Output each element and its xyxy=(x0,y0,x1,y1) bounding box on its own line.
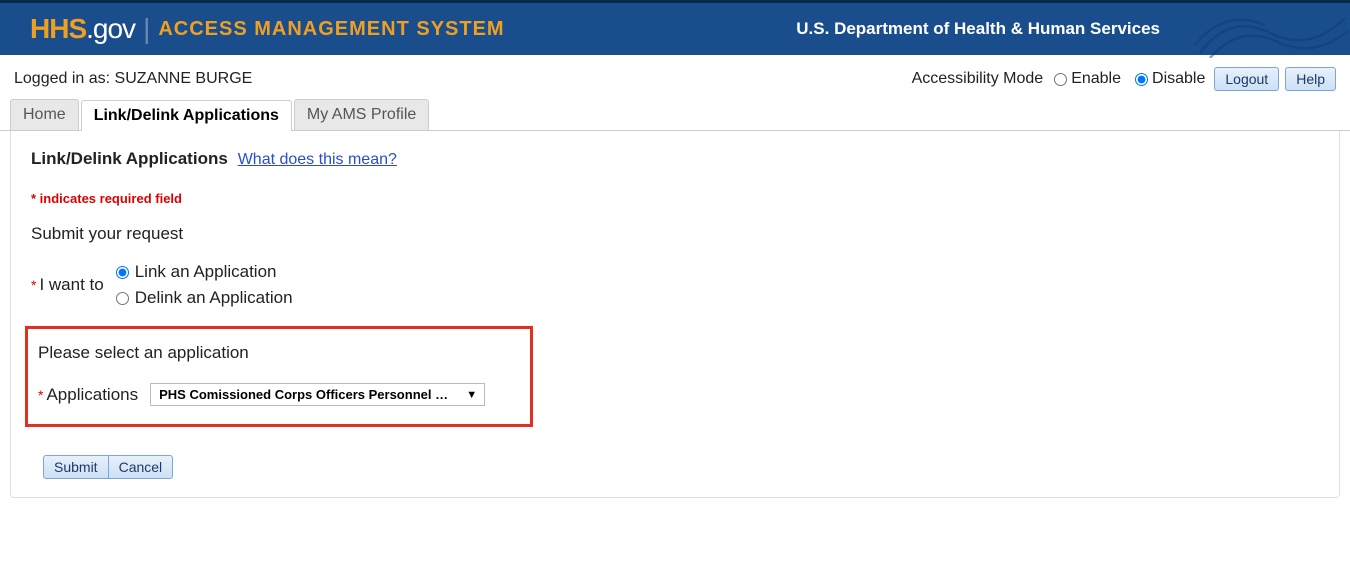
required-star-icon: * xyxy=(38,387,43,403)
eagle-icon xyxy=(1190,3,1350,58)
select-application-prompt: Please select an application xyxy=(38,343,520,363)
system-title: ACCESS MANAGEMENT SYSTEM xyxy=(158,18,504,41)
logo-gov: .gov xyxy=(86,13,135,44)
accessibility-disable[interactable]: Disable xyxy=(1135,70,1205,88)
applications-select-wrap[interactable]: PHS Comissioned Corps Officers Personnel… xyxy=(150,383,485,406)
topbar: Logged in as: SUZANNE BURGE Accessibilit… xyxy=(0,55,1350,99)
what-does-this-mean-link[interactable]: What does this mean? xyxy=(238,151,397,168)
link-application-label: Link an Application xyxy=(135,262,277,282)
content-panel: Link/Delink Applications What does this … xyxy=(10,131,1340,498)
accessibility-enable-radio[interactable] xyxy=(1054,73,1067,86)
topbar-right: Accessibility Mode Enable Disable Logout… xyxy=(912,67,1336,91)
submit-prompt: Submit your request xyxy=(31,224,1319,244)
accessibility-disable-radio[interactable] xyxy=(1135,73,1148,86)
tab-my-ams-profile[interactable]: My AMS Profile xyxy=(294,99,429,130)
logout-button[interactable]: Logout xyxy=(1214,67,1279,91)
required-note: * indicates required field xyxy=(31,191,1319,206)
submit-button[interactable]: Submit xyxy=(43,455,109,479)
action-buttons: Submit Cancel xyxy=(43,455,1319,479)
applications-label: Applications xyxy=(46,385,138,405)
tabs: Home Link/Delink Applications My AMS Pro… xyxy=(0,99,1350,131)
tab-home[interactable]: Home xyxy=(10,99,79,130)
logged-in-prefix: Logged in as: xyxy=(14,70,115,87)
applications-row: * Applications PHS Comissioned Corps Off… xyxy=(38,383,520,406)
disable-label: Disable xyxy=(1152,70,1205,88)
help-button[interactable]: Help xyxy=(1285,67,1336,91)
header-bar: HHS.gov | ACCESS MANAGEMENT SYSTEM U.S. … xyxy=(0,0,1350,55)
option-delink-application[interactable]: Delink an Application xyxy=(116,288,293,308)
link-application-radio[interactable] xyxy=(116,266,129,279)
tab-link-delink[interactable]: Link/Delink Applications xyxy=(81,100,292,131)
logo: HHS.gov xyxy=(30,13,135,45)
section-header: Link/Delink Applications What does this … xyxy=(31,149,1319,169)
i-want-to-row: * I want to Link an Application Delink a… xyxy=(31,262,1319,308)
user-name: SUZANNE BURGE xyxy=(115,70,253,87)
accessibility-enable[interactable]: Enable xyxy=(1054,70,1121,88)
accessibility-label: Accessibility Mode xyxy=(912,70,1044,88)
logo-separator: | xyxy=(143,13,150,45)
required-star-icon: * xyxy=(31,277,36,293)
delink-application-label: Delink an Application xyxy=(135,288,293,308)
logo-hhs: HHS xyxy=(30,13,86,44)
i-want-to-label: I want to xyxy=(39,275,103,295)
applications-select[interactable]: PHS Comissioned Corps Officers Personnel… xyxy=(150,383,485,406)
logged-in-text: Logged in as: SUZANNE BURGE xyxy=(14,70,252,88)
department-title: U.S. Department of Health & Human Servic… xyxy=(796,19,1160,39)
i-want-to-options: Link an Application Delink an Applicatio… xyxy=(116,262,293,308)
cancel-button[interactable]: Cancel xyxy=(109,455,174,479)
delink-application-radio[interactable] xyxy=(116,292,129,305)
option-link-application[interactable]: Link an Application xyxy=(116,262,293,282)
section-title: Link/Delink Applications xyxy=(31,149,228,168)
enable-label: Enable xyxy=(1071,70,1121,88)
highlight-box: Please select an application * Applicati… xyxy=(25,326,533,427)
